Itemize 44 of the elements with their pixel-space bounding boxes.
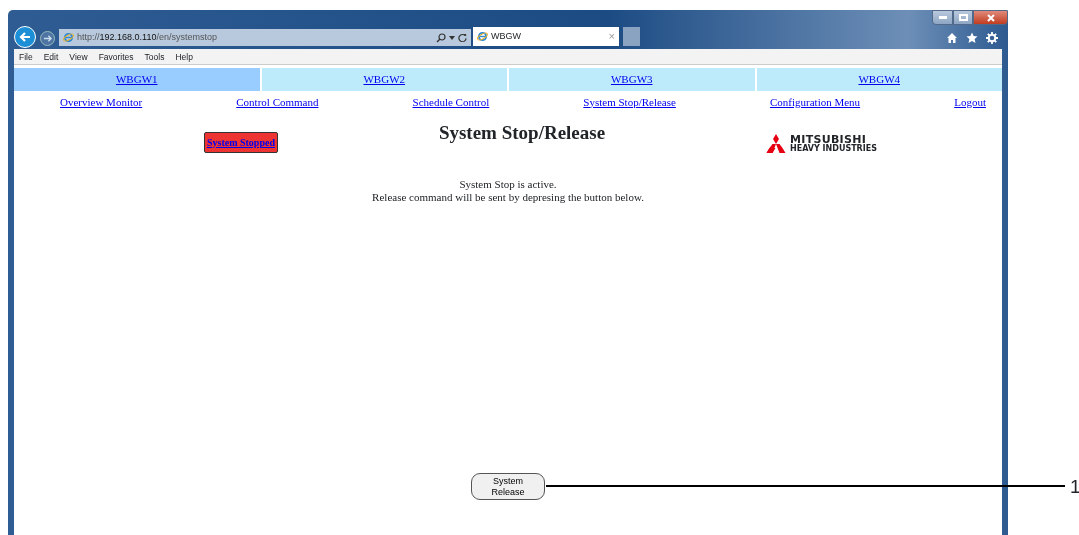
back-icon[interactable]: [14, 26, 36, 48]
browser-tab[interactable]: WBGW ×: [473, 27, 619, 46]
browser-icon: [63, 32, 74, 43]
close-button[interactable]: [973, 10, 1008, 25]
menu-item[interactable]: Tools: [144, 51, 165, 64]
dropdown-icon[interactable]: [449, 35, 455, 40]
nav-link[interactable]: Control Command: [236, 93, 319, 110]
logo-icon: [766, 134, 786, 153]
forward-icon[interactable]: [40, 31, 55, 46]
system-release-button[interactable]: System Release: [471, 473, 545, 500]
maximize-icon: [958, 14, 968, 21]
refresh-icon[interactable]: [458, 33, 467, 42]
nav-link[interactable]: System Stop/Release: [583, 93, 676, 110]
menu-item[interactable]: View: [69, 51, 88, 64]
search-icon[interactable]: [436, 32, 446, 43]
minimize-button[interactable]: [932, 10, 953, 25]
menu-item[interactable]: Help: [175, 51, 193, 64]
home-icon[interactable]: [946, 32, 958, 44]
settings-icon[interactable]: [986, 32, 998, 44]
callout-number: 1: [1070, 475, 1079, 499]
page-title: System Stop/Release: [438, 122, 606, 145]
minimize-icon: [938, 16, 947, 19]
tab-title: WBGW: [491, 29, 521, 43]
nav-link[interactable]: Schedule Control: [412, 93, 490, 110]
unit-tab[interactable]: WBGW4: [756, 68, 1002, 91]
unit-tab[interactable]: WBGW1: [14, 68, 260, 91]
star-icon[interactable]: [966, 32, 978, 44]
logo-name: MITSUBISHI: [790, 134, 867, 145]
logo-subtitle: HEAVY INDUSTRIES: [790, 145, 877, 153]
nav-link[interactable]: Logout: [954, 93, 986, 110]
unit-tab[interactable]: WBGW3: [509, 68, 755, 91]
menu-item[interactable]: File: [19, 51, 33, 64]
nav-link[interactable]: Overview Monitor: [60, 93, 143, 110]
address-field[interactable]: http://192.168.0.110/en/systemstop: [59, 29, 471, 46]
message-text: Release command will be sent by depresing the button below.: [371, 191, 645, 204]
menu-item[interactable]: Edit: [43, 51, 59, 64]
maximize-button[interactable]: [953, 10, 973, 25]
menu-item[interactable]: Favorites: [98, 51, 134, 64]
nav-link[interactable]: Configuration Menu: [769, 93, 861, 110]
message-text: System Stop is active.: [458, 178, 558, 191]
url-text: http://192.168.0.110/en/systemstop: [77, 30, 217, 44]
unit-tab[interactable]: WBGW2: [261, 68, 507, 91]
browser-icon: [477, 31, 488, 42]
close-icon: [986, 13, 995, 22]
